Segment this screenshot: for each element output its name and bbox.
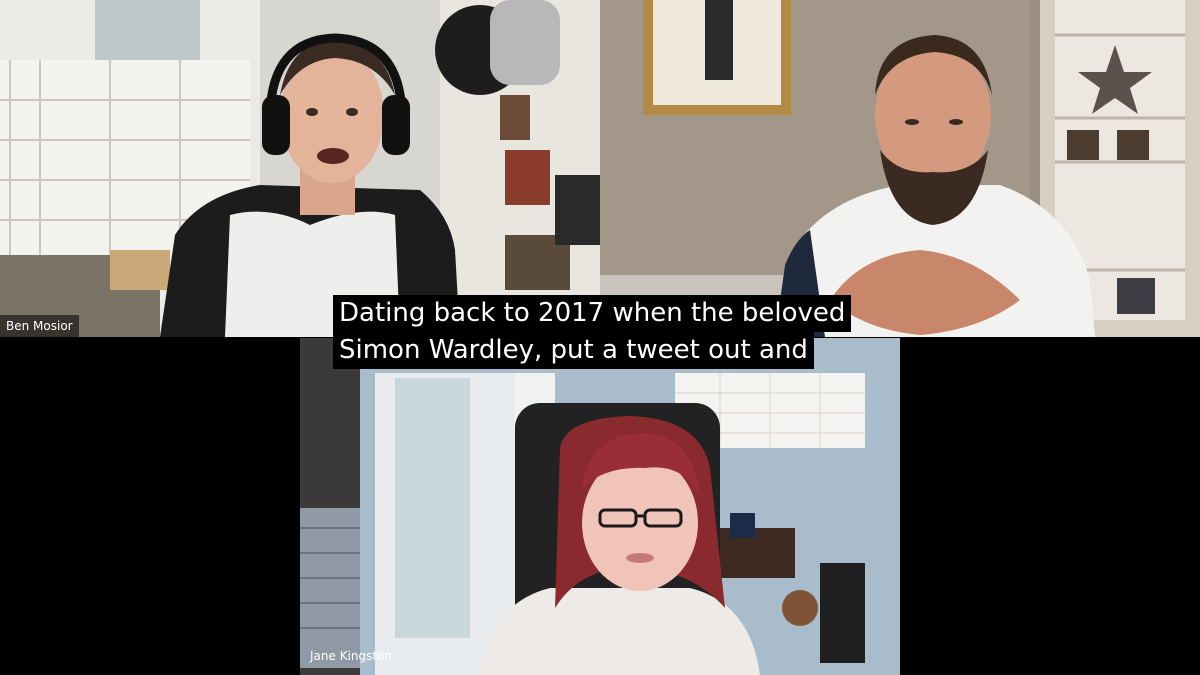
participant-video [0,0,600,337]
participant-name-label: Jane Kingston [310,649,393,663]
video-tile-ben-mosior[interactable]: Ben Mosior [0,0,600,337]
participant-video [300,338,900,675]
participant-video [600,0,1200,337]
participant-name-label: Ben Mosior [0,315,79,337]
caption-line-2: Simon Wardley, put a tweet out and [333,332,814,369]
video-tile-jane-kingston[interactable]: Jane Kingston [300,338,900,675]
video-tile-participant[interactable] [600,0,1200,337]
caption-line-1: Dating back to 2017 when the beloved [333,295,852,332]
live-captions: Dating back to 2017 when the beloved Sim… [333,295,868,369]
